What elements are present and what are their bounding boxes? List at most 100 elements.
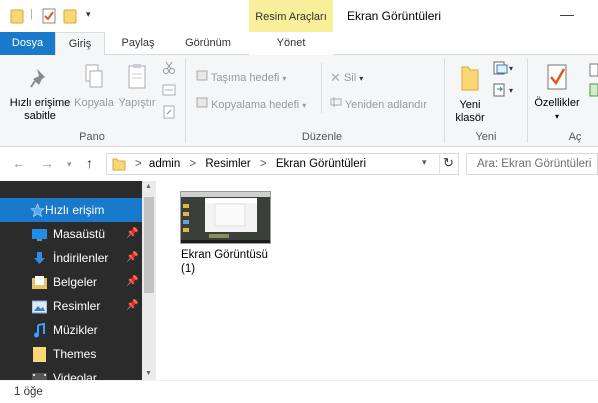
nav-item-downloads[interactable]: İndirilenler 📌 [0,246,142,270]
star-icon [30,202,45,218]
nav-item-music[interactable]: Müzikler [0,318,142,342]
svg-text:▾: ▾ [509,86,513,95]
address-history-chevron-icon[interactable]: ▾ [422,157,427,168]
new-group-label: Yeni [475,131,497,143]
address-divider [439,154,440,174]
file-name-label[interactable]: Ekran Görüntüsü (1) [181,248,281,276]
edit-icon[interactable] [589,83,598,100]
chevron-down-icon: ▾ [554,112,559,121]
properties-check-icon [546,63,568,95]
clipboard-paste-icon [126,63,148,95]
copy-to-icon [196,96,208,114]
nav-item-desktop[interactable]: Masaüstü 📌 [0,222,142,246]
move-to-button[interactable]: Taşıma hedefi ▾ [196,69,286,87]
nav-label: Resimler [53,299,101,313]
paste-shortcut-icon[interactable] [162,105,176,122]
pin-icon[interactable]: 📌 [126,270,138,294]
new-folder-label: Yeni klasör [455,99,485,124]
copy-button[interactable]: Kopyala [72,63,116,110]
qa-customize-dropdown-icon[interactable]: ▾ [86,9,91,20]
tab-view[interactable]: Görünüm [168,32,248,55]
breadcrumb-separator: > [135,158,142,170]
documents-icon [32,274,47,289]
search-input[interactable]: Ara: Ekran Görüntüleri [466,153,598,175]
breadcrumb-item-screenshots[interactable]: Ekran Görüntüleri [276,158,366,170]
tab-share[interactable]: Paylaş [108,32,168,55]
chevron-down-icon: ▾ [359,74,364,83]
pin-icon[interactable]: 📌 [126,246,138,270]
pin-quick-access-button[interactable]: Hızlı erişime sabitle [4,67,76,123]
nav-label: Belgeler [53,275,98,289]
back-arrow-icon[interactable]: ← [12,155,26,171]
nav-item-videos[interactable]: Videolar [0,366,142,380]
properties-check-icon[interactable] [42,8,56,24]
folder-icon[interactable] [10,8,24,24]
qa-separator: | [30,8,33,20]
file-explorer-window: | ▾ Resim Araçları Ekran Görüntüleri — D… [0,0,598,403]
nav-scrollbar-thumb[interactable] [144,197,154,293]
breadcrumb-item-pictures[interactable]: Resimler [205,158,250,170]
pin-icon[interactable]: 📌 [126,222,138,246]
navigation-pane: Hızlı erişim Masaüstü 📌 İndirilenler 📌 B… [0,181,142,380]
ribbon: Hızlı erişime sabitle Kopyala Yapıştır P… [0,55,598,147]
new-folder-icon [459,63,481,97]
file-thumbnail[interactable] [180,191,271,244]
nav-label: Masaüstü [53,227,106,241]
breadcrumb: > admin > Resimler > Ekran Görüntüleri [135,154,366,174]
clipboard-group-label: Pano [79,131,105,143]
address-box[interactable]: > admin > Resimler > Ekran Görüntüleri ▾… [106,153,459,175]
scroll-down-arrow-icon[interactable]: ▼ [145,370,152,377]
refresh-icon[interactable]: ↻ [443,155,454,171]
status-bar: 1 öğe [0,380,598,403]
nav-item-themes[interactable]: Themes [0,342,142,366]
chevron-down-icon: ▾ [302,101,307,110]
folder-icon [32,346,47,362]
item-count: 1 öğe [14,386,43,398]
new-item-icon[interactable]: ▾ [493,61,515,78]
desktop-icon [32,226,47,241]
delete-button[interactable]: ✕ Sil ▾ [330,69,363,87]
copy-path-icon[interactable] [162,84,176,99]
nav-label: Videolar [53,371,97,380]
nav-label: Themes [53,347,97,361]
nav-label: Hızlı erişim [45,203,105,217]
nav-item-quick-access[interactable]: Hızlı erişim [0,198,142,222]
new-folder-icon[interactable] [63,8,77,24]
scroll-up-arrow-icon[interactable]: ▲ [145,183,152,190]
easy-access-icon[interactable]: ▾ [493,83,515,100]
copy-to-button[interactable]: Kopyalama hedefi ▾ [196,96,306,114]
contextual-tab-group: Resim Araçları [249,0,333,32]
tab-home[interactable]: Giriş [55,32,105,56]
paste-button[interactable]: Yapıştır [116,63,158,110]
minimize-button[interactable]: — [560,6,574,22]
new-folder-button[interactable]: Yeni klasör [450,63,490,125]
copy-label: Kopyala [74,97,114,109]
up-arrow-icon[interactable]: ↑ [86,155,93,171]
svg-text:▾: ▾ [509,64,513,73]
folder-icon [112,156,126,175]
rename-icon [330,96,342,114]
nav-label: Müzikler [53,323,98,337]
breadcrumb-separator: > [189,158,197,170]
nav-label: İndirilenler [53,251,109,265]
tab-manage[interactable]: Yönet [249,32,333,55]
tab-file[interactable]: Dosya [0,32,55,55]
breadcrumb-separator: > [259,158,267,170]
breadcrumb-item-admin[interactable]: admin [149,158,180,170]
properties-label: Özellikler [534,97,580,109]
ribbon-separator [527,59,528,143]
nav-item-documents[interactable]: Belgeler 📌 [0,270,142,294]
pin-icon [29,67,51,95]
address-bar-row: ← → ▾ ↑ > admin > Resimler > Ekran Görün… [0,147,598,181]
nav-item-pictures[interactable]: Resimler 📌 [0,294,142,318]
ribbon-tab-bar: Dosya Giriş Paylaş Görünüm Yönet [0,32,598,56]
pin-icon[interactable]: 📌 [126,294,138,318]
cut-icon[interactable] [162,61,176,78]
rename-button[interactable]: Yeniden adlandır [330,96,427,114]
ribbon-separator [444,59,445,143]
open-icon[interactable] [589,63,598,80]
recent-locations-chevron-icon[interactable]: ▾ [67,159,72,170]
forward-arrow-icon[interactable]: → [40,155,54,171]
properties-button[interactable]: Özellikler ▾ [530,63,584,123]
paste-label: Yapıştır [118,97,156,109]
